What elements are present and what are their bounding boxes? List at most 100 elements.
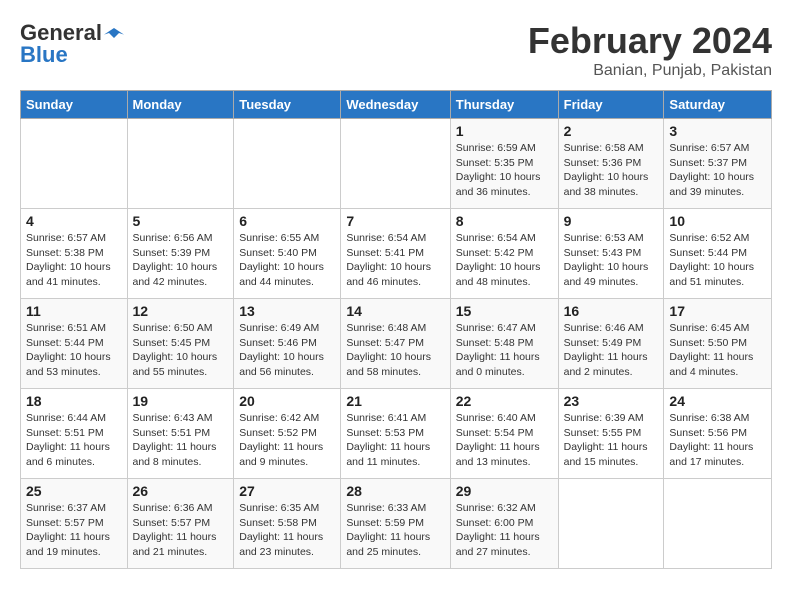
calendar-cell: 16 Sunrise: 6:46 AMSunset: 5:49 PMDayligh… [558, 299, 664, 389]
day-info: Sunrise: 6:44 AMSunset: 5:51 PMDaylight:… [26, 411, 122, 470]
day-info: Sunrise: 6:46 AMSunset: 5:49 PMDaylight:… [564, 321, 659, 380]
calendar-cell: 26 Sunrise: 6:36 AMSunset: 5:57 PMDayligh… [127, 479, 234, 569]
calendar-week-row: 4 Sunrise: 6:57 AMSunset: 5:38 PMDaylight… [21, 209, 772, 299]
day-info: Sunrise: 6:57 AMSunset: 5:38 PMDaylight:… [26, 231, 122, 290]
day-number: 2 [564, 123, 659, 139]
day-number: 14 [346, 303, 444, 319]
day-info: Sunrise: 6:56 AMSunset: 5:39 PMDaylight:… [133, 231, 229, 290]
weekday-header-thursday: Thursday [450, 91, 558, 119]
day-info: Sunrise: 6:58 AMSunset: 5:36 PMDaylight:… [564, 141, 659, 200]
calendar-cell: 24 Sunrise: 6:38 AMSunset: 5:56 PMDayligh… [664, 389, 772, 479]
day-info: Sunrise: 6:48 AMSunset: 5:47 PMDaylight:… [346, 321, 444, 380]
day-number: 27 [239, 483, 335, 499]
day-info: Sunrise: 6:42 AMSunset: 5:52 PMDaylight:… [239, 411, 335, 470]
calendar-cell: 17Sunrise: 6:45 AMSunset: 5:50 PMDayligh… [664, 299, 772, 389]
day-info: Sunrise: 6:59 AMSunset: 5:35 PMDaylight:… [456, 141, 553, 200]
calendar-cell: 15Sunrise: 6:47 AMSunset: 5:48 PMDayligh… [450, 299, 558, 389]
calendar-cell [21, 119, 128, 209]
calendar-cell: 14 Sunrise: 6:48 AMSunset: 5:47 PMDayligh… [341, 299, 450, 389]
logo: General Blue [20, 20, 124, 68]
day-number: 20 [239, 393, 335, 409]
calendar-week-row: 18 Sunrise: 6:44 AMSunset: 5:51 PMDayligh… [21, 389, 772, 479]
day-number: 18 [26, 393, 122, 409]
calendar-cell: 28Sunrise: 6:33 AMSunset: 5:59 PMDayligh… [341, 479, 450, 569]
day-number: 6 [239, 213, 335, 229]
calendar-cell: 27 Sunrise: 6:35 AMSunset: 5:58 PMDayligh… [234, 479, 341, 569]
calendar-cell: 18 Sunrise: 6:44 AMSunset: 5:51 PMDayligh… [21, 389, 128, 479]
day-info: Sunrise: 6:45 AMSunset: 5:50 PMDaylight:… [669, 321, 766, 380]
day-info: Sunrise: 6:32 AMSunset: 6:00 PMDaylight:… [456, 501, 553, 560]
calendar-cell: 7Sunrise: 6:54 AMSunset: 5:41 PMDaylight… [341, 209, 450, 299]
day-number: 13 [239, 303, 335, 319]
calendar-week-row: 11 Sunrise: 6:51 AMSunset: 5:44 PMDayligh… [21, 299, 772, 389]
calendar-table: SundayMondayTuesdayWednesdayThursdayFrid… [20, 90, 772, 569]
calendar-cell: 22Sunrise: 6:40 AMSunset: 5:54 PMDayligh… [450, 389, 558, 479]
day-number: 23 [564, 393, 659, 409]
weekday-header-tuesday: Tuesday [234, 91, 341, 119]
calendar-cell: 29Sunrise: 6:32 AMSunset: 6:00 PMDayligh… [450, 479, 558, 569]
day-number: 7 [346, 213, 444, 229]
day-number: 19 [133, 393, 229, 409]
calendar-cell: 5 Sunrise: 6:56 AMSunset: 5:39 PMDaylight… [127, 209, 234, 299]
day-info: Sunrise: 6:47 AMSunset: 5:48 PMDaylight:… [456, 321, 553, 380]
day-number: 26 [133, 483, 229, 499]
day-info: Sunrise: 6:41 AMSunset: 5:53 PMDaylight:… [346, 411, 444, 470]
day-number: 16 [564, 303, 659, 319]
calendar-cell [664, 479, 772, 569]
day-info: Sunrise: 6:39 AMSunset: 5:55 PMDaylight:… [564, 411, 659, 470]
calendar-cell [234, 119, 341, 209]
day-info: Sunrise: 6:49 AMSunset: 5:46 PMDaylight:… [239, 321, 335, 380]
day-number: 25 [26, 483, 122, 499]
calendar-cell: 10Sunrise: 6:52 AMSunset: 5:44 PMDayligh… [664, 209, 772, 299]
calendar-cell: 8Sunrise: 6:54 AMSunset: 5:42 PMDaylight… [450, 209, 558, 299]
calendar-cell: 3 Sunrise: 6:57 AMSunset: 5:37 PMDaylight… [664, 119, 772, 209]
calendar-cell: 12 Sunrise: 6:50 AMSunset: 5:45 PMDayligh… [127, 299, 234, 389]
day-number: 12 [133, 303, 229, 319]
day-info: Sunrise: 6:55 AMSunset: 5:40 PMDaylight:… [239, 231, 335, 290]
day-info: Sunrise: 6:43 AMSunset: 5:51 PMDaylight:… [133, 411, 229, 470]
calendar-cell [558, 479, 664, 569]
calendar-cell: 21 Sunrise: 6:41 AMSunset: 5:53 PMDayligh… [341, 389, 450, 479]
logo-bird-icon [104, 26, 124, 40]
calendar-cell: 19 Sunrise: 6:43 AMSunset: 5:51 PMDayligh… [127, 389, 234, 479]
calendar-week-row: 1Sunrise: 6:59 AMSunset: 5:35 PMDaylight… [21, 119, 772, 209]
location-title: Banian, Punjab, Pakistan [528, 62, 772, 80]
day-info: Sunrise: 6:53 AMSunset: 5:43 PMDaylight:… [564, 231, 659, 290]
day-number: 9 [564, 213, 659, 229]
calendar-header-row: SundayMondayTuesdayWednesdayThursdayFrid… [21, 91, 772, 119]
day-info: Sunrise: 6:52 AMSunset: 5:44 PMDaylight:… [669, 231, 766, 290]
day-info: Sunrise: 6:38 AMSunset: 5:56 PMDaylight:… [669, 411, 766, 470]
day-info: Sunrise: 6:57 AMSunset: 5:37 PMDaylight:… [669, 141, 766, 200]
day-number: 8 [456, 213, 553, 229]
day-info: Sunrise: 6:50 AMSunset: 5:45 PMDaylight:… [133, 321, 229, 380]
weekday-header-sunday: Sunday [21, 91, 128, 119]
title-section: February 2024 Banian, Punjab, Pakistan [528, 20, 772, 80]
day-number: 3 [669, 123, 766, 139]
day-number: 4 [26, 213, 122, 229]
calendar-cell: 1Sunrise: 6:59 AMSunset: 5:35 PMDaylight… [450, 119, 558, 209]
day-info: Sunrise: 6:35 AMSunset: 5:58 PMDaylight:… [239, 501, 335, 560]
calendar-week-row: 25 Sunrise: 6:37 AMSunset: 5:57 PMDayligh… [21, 479, 772, 569]
weekday-header-monday: Monday [127, 91, 234, 119]
day-info: Sunrise: 6:51 AMSunset: 5:44 PMDaylight:… [26, 321, 122, 380]
day-info: Sunrise: 6:37 AMSunset: 5:57 PMDaylight:… [26, 501, 122, 560]
month-title: February 2024 [528, 20, 772, 62]
day-info: Sunrise: 6:40 AMSunset: 5:54 PMDaylight:… [456, 411, 553, 470]
day-number: 5 [133, 213, 229, 229]
day-number: 11 [26, 303, 122, 319]
page-header: General Blue February 2024 Banian, Punja… [20, 20, 772, 80]
calendar-cell: 25 Sunrise: 6:37 AMSunset: 5:57 PMDayligh… [21, 479, 128, 569]
day-info: Sunrise: 6:36 AMSunset: 5:57 PMDaylight:… [133, 501, 229, 560]
day-info: Sunrise: 6:33 AMSunset: 5:59 PMDaylight:… [346, 501, 444, 560]
day-number: 24 [669, 393, 766, 409]
calendar-cell: 11 Sunrise: 6:51 AMSunset: 5:44 PMDayligh… [21, 299, 128, 389]
calendar-cell: 13 Sunrise: 6:49 AMSunset: 5:46 PMDayligh… [234, 299, 341, 389]
calendar-cell: 4 Sunrise: 6:57 AMSunset: 5:38 PMDaylight… [21, 209, 128, 299]
weekday-header-saturday: Saturday [664, 91, 772, 119]
calendar-cell: 20 Sunrise: 6:42 AMSunset: 5:52 PMDayligh… [234, 389, 341, 479]
calendar-cell [341, 119, 450, 209]
day-number: 21 [346, 393, 444, 409]
calendar-cell [127, 119, 234, 209]
calendar-cell: 9 Sunrise: 6:53 AMSunset: 5:43 PMDaylight… [558, 209, 664, 299]
weekday-header-wednesday: Wednesday [341, 91, 450, 119]
